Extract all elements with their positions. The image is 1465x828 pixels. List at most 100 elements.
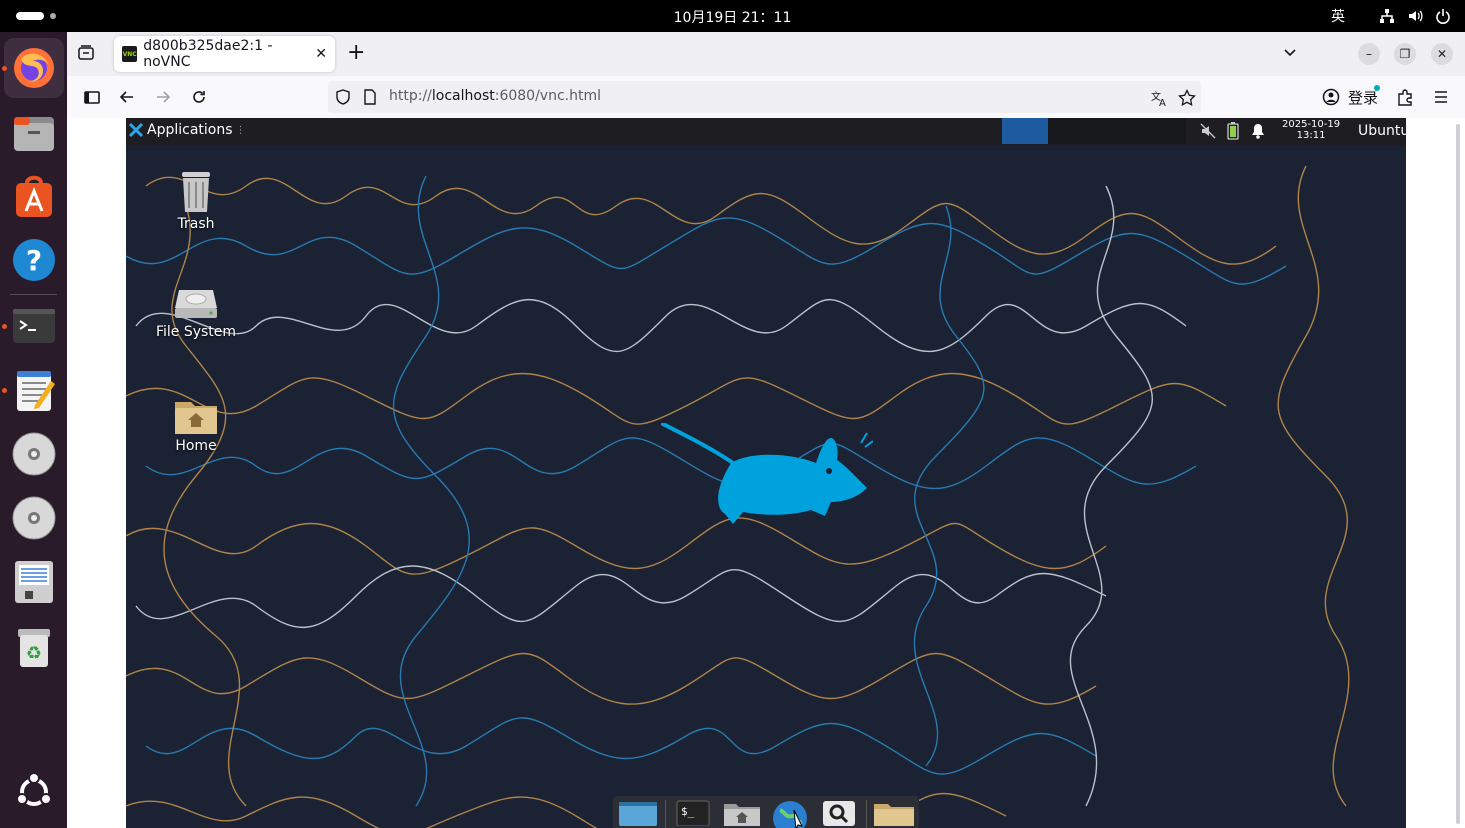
arrow-left-icon bbox=[119, 91, 133, 103]
arrow-right-icon bbox=[157, 91, 171, 103]
firefox-launcher[interactable] bbox=[4, 38, 64, 98]
xfce-tray bbox=[1200, 122, 1266, 140]
folder-icon bbox=[873, 804, 914, 826]
back-button[interactable] bbox=[116, 86, 138, 108]
help-launcher[interactable]: ? bbox=[4, 230, 64, 290]
firefox-window: VNC d800b325dae2:1 - noVNC ✕ + – ❐ ✕ htt… bbox=[67, 32, 1465, 828]
document-scanner-icon bbox=[15, 561, 53, 603]
new-tab-button[interactable]: + bbox=[347, 42, 365, 64]
workspace-3[interactable] bbox=[1094, 118, 1140, 144]
navigation-toolbar: http://localhost:6080/vnc.html 文A 登录 bbox=[67, 76, 1465, 118]
extensions-button[interactable] bbox=[1394, 86, 1416, 108]
help-icon: ? bbox=[13, 239, 55, 281]
translate-icon[interactable]: 文A bbox=[1150, 89, 1168, 111]
globe-icon bbox=[773, 801, 808, 828]
tab-bar: VNC d800b325dae2:1 - noVNC ✕ + – ❐ ✕ bbox=[67, 32, 1465, 76]
firefox-icon bbox=[14, 48, 54, 88]
gnome-top-bar: 10月19日 21：11 英 bbox=[0, 0, 1465, 32]
minimize-button[interactable]: – bbox=[1358, 43, 1380, 65]
menu-handle-icon: ⋮ bbox=[235, 124, 246, 136]
disc-launcher-1[interactable] bbox=[4, 424, 64, 484]
battery-icon[interactable] bbox=[1227, 122, 1239, 140]
desktop-icon-label: Home bbox=[175, 438, 217, 454]
reload-button[interactable] bbox=[188, 86, 210, 108]
puzzle-icon bbox=[1398, 89, 1412, 106]
text-editor-launcher[interactable] bbox=[4, 360, 64, 420]
remote-user-menu[interactable]: Ubuntu bbox=[1358, 123, 1406, 139]
system-tray[interactable]: 英 bbox=[1331, 6, 1451, 26]
tracking-protection-shield-icon[interactable] bbox=[335, 89, 351, 109]
url-bar[interactable]: http://localhost:6080/vnc.html 文A bbox=[328, 81, 1201, 113]
home-folder-icon bbox=[723, 804, 760, 826]
dock-separator bbox=[10, 294, 57, 295]
terminal-launcher[interactable] bbox=[4, 296, 64, 356]
page-content: Applications ⋮ 2025-10-19 13:11 Ubuntu T… bbox=[67, 118, 1465, 828]
novnc-remote-screen[interactable]: Applications ⋮ 2025-10-19 13:11 Ubuntu T… bbox=[126, 118, 1406, 828]
app-center-icon bbox=[16, 175, 52, 217]
page-scrollbar[interactable] bbox=[1456, 124, 1460, 824]
notification-bell-icon[interactable] bbox=[1250, 123, 1266, 139]
sidebar-icon bbox=[84, 91, 100, 104]
workspace-4[interactable] bbox=[1140, 118, 1186, 144]
url-text[interactable]: http://localhost:6080/vnc.html bbox=[389, 88, 601, 104]
bookmark-star-icon[interactable] bbox=[1178, 88, 1196, 111]
workspace-1[interactable] bbox=[1002, 118, 1048, 144]
trash-launcher[interactable]: ♻ bbox=[4, 616, 64, 676]
svg-text:$_: $_ bbox=[681, 805, 695, 818]
scanner-launcher[interactable] bbox=[4, 552, 64, 612]
app-finder-button[interactable] bbox=[817, 800, 859, 828]
tab-close-icon[interactable]: ✕ bbox=[315, 46, 327, 62]
trash-icon bbox=[182, 172, 210, 212]
ubuntu-dock: ? ♻ bbox=[0, 32, 67, 828]
xfce-panel: Applications ⋮ 2025-10-19 13:11 Ubuntu bbox=[126, 118, 1406, 146]
file-manager-button[interactable] bbox=[721, 800, 763, 828]
desktop-icon-home[interactable]: Home bbox=[151, 396, 241, 454]
muted-speaker-icon[interactable] bbox=[1200, 123, 1216, 139]
remote-time: 13:11 bbox=[1296, 130, 1326, 141]
tab-title: d800b325dae2:1 - noVNC bbox=[143, 38, 273, 70]
xfce-mouse-logo bbox=[661, 423, 873, 524]
running-indicator bbox=[2, 66, 7, 71]
desktop-icon-file-system[interactable]: File System bbox=[151, 286, 241, 340]
running-indicator bbox=[2, 388, 7, 393]
account-icon bbox=[1322, 88, 1340, 106]
folder-button[interactable] bbox=[873, 800, 915, 828]
dock-separator bbox=[865, 800, 867, 828]
close-window-button[interactable]: ✕ bbox=[1431, 43, 1453, 65]
remote-clock[interactable]: 2025-10-19 13:11 bbox=[1282, 119, 1340, 141]
applications-label: Applications bbox=[147, 122, 233, 138]
network-icon bbox=[1379, 8, 1395, 24]
files-launcher[interactable] bbox=[4, 102, 64, 162]
minimize-icon: – bbox=[1366, 47, 1372, 61]
app-center-launcher[interactable] bbox=[4, 166, 64, 226]
maximize-button[interactable]: ❐ bbox=[1394, 43, 1416, 65]
page-info-icon[interactable] bbox=[363, 89, 377, 109]
tab-novnc[interactable]: VNC d800b325dae2:1 - noVNC ✕ bbox=[114, 36, 335, 72]
input-method-indicator[interactable]: 英 bbox=[1331, 6, 1345, 26]
volume-icon bbox=[1407, 8, 1423, 24]
close-icon: ✕ bbox=[1436, 47, 1448, 61]
show-desktop-button[interactable] bbox=[617, 800, 659, 828]
web-browser-button[interactable] bbox=[769, 800, 811, 828]
chevron-down-icon bbox=[1284, 49, 1296, 57]
show-apps-button[interactable] bbox=[4, 762, 64, 822]
svg-text:A: A bbox=[1159, 98, 1166, 107]
remote-date: 2025-10-19 bbox=[1282, 119, 1341, 130]
restore-icon: ❐ bbox=[1399, 47, 1411, 61]
workspace-2[interactable] bbox=[1048, 118, 1094, 144]
trash-icon: ♻ bbox=[18, 629, 50, 667]
applications-menu[interactable]: Applications ⋮ bbox=[128, 122, 246, 138]
firefox-view-button[interactable] bbox=[77, 44, 95, 66]
account-login-button[interactable]: 登录 bbox=[1314, 81, 1384, 113]
terminal-emulator-button[interactable]: $_ bbox=[672, 800, 714, 828]
desktop-icon-trash[interactable]: Trash bbox=[151, 170, 241, 232]
system-clock[interactable]: 10月19日 21：11 bbox=[0, 7, 1465, 27]
app-menu-button[interactable] bbox=[1430, 86, 1452, 108]
forward-button[interactable] bbox=[152, 86, 174, 108]
disc-launcher-2[interactable] bbox=[4, 488, 64, 548]
vnc-favicon-icon: VNC bbox=[122, 46, 138, 62]
list-all-tabs-button[interactable] bbox=[1282, 44, 1298, 64]
terminal-icon bbox=[13, 309, 55, 343]
sidebar-button[interactable] bbox=[81, 86, 103, 108]
xfce-bottom-dock: $_ bbox=[613, 796, 919, 828]
